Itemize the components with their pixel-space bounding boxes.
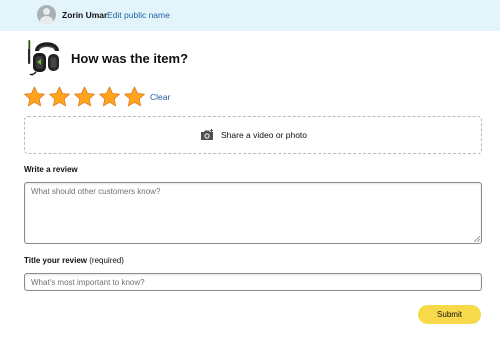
rating-question: How was the item? (71, 51, 189, 66)
star-rating[interactable] (23, 85, 146, 109)
edit-public-name-link[interactable]: Edit public name (107, 10, 170, 20)
title-label: Title your review (required) (24, 256, 124, 265)
clear-rating-link[interactable]: Clear (150, 92, 170, 102)
star-icon[interactable] (98, 85, 121, 109)
share-media-button[interactable]: Share a video or photo (24, 116, 482, 154)
star-icon[interactable] (23, 85, 46, 109)
camera-plus-icon (201, 129, 213, 140)
review-textarea[interactable] (24, 182, 482, 244)
required-note: (required) (89, 256, 124, 265)
user-name: Zorin Umar (62, 10, 108, 20)
review-label: Write a review (24, 165, 78, 174)
star-icon[interactable] (123, 85, 146, 109)
headset-product-image (28, 40, 59, 76)
share-media-label: Share a video or photo (221, 130, 308, 140)
title-label-text: Title your review (24, 256, 87, 265)
star-icon[interactable] (48, 85, 71, 109)
star-icon[interactable] (73, 85, 96, 109)
submit-button[interactable]: Submit (418, 305, 481, 324)
user-silhouette-icon (37, 5, 56, 24)
resize-handle-icon[interactable] (474, 236, 480, 242)
header-bar: Zorin Umar Edit public name (0, 0, 500, 31)
title-input[interactable] (24, 273, 482, 291)
